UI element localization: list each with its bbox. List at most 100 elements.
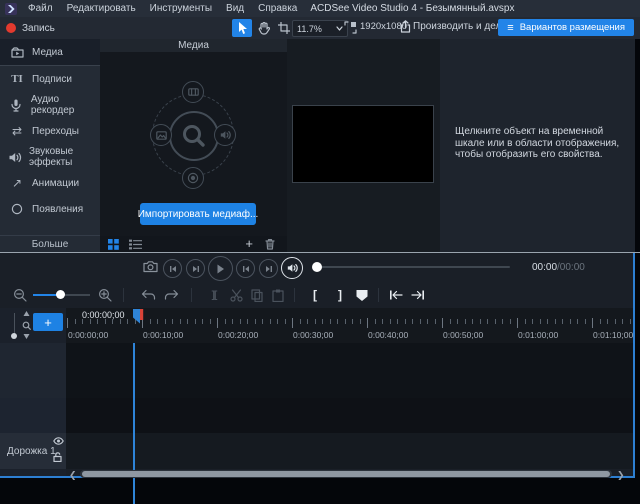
previous-frame-button[interactable] xyxy=(163,259,182,278)
volume-button[interactable] xyxy=(281,257,303,279)
track-height-slider[interactable] xyxy=(14,313,15,335)
timeline-zoom-slider-handle[interactable] xyxy=(56,290,65,299)
sidebar-item-captions[interactable]: TI Подписи xyxy=(0,66,100,92)
scroll-right-arrow[interactable]: ❯ xyxy=(617,470,625,481)
mark-out-icon: ] xyxy=(338,288,342,302)
sidebar: Медиа TI Подписи Аудио рекордер ⇄ Перехо… xyxy=(0,39,100,252)
mark-out-button[interactable]: ] xyxy=(331,287,349,303)
record-button[interactable]: Запись xyxy=(6,20,55,36)
menu-tools[interactable]: Инструменты xyxy=(143,0,219,17)
copy-button[interactable] xyxy=(248,287,266,303)
sidebar-more-button[interactable]: Больше xyxy=(0,235,100,252)
ruler-tick xyxy=(315,319,316,324)
cut-button[interactable] xyxy=(227,287,245,303)
toolbar-separator xyxy=(191,288,192,302)
sidebar-item-animations[interactable]: ↗ Анимации xyxy=(0,170,100,196)
track-1-header[interactable]: Дорожка 1 xyxy=(0,433,66,469)
sidebar-item-audio-recorder[interactable]: Аудио рекордер xyxy=(0,92,100,118)
hand-tool-button[interactable] xyxy=(254,19,274,37)
share-icon xyxy=(400,20,411,33)
ruler-tick xyxy=(622,319,623,324)
ruler-tick xyxy=(577,319,578,324)
ruler-label: 0:01:10;00 xyxy=(593,330,633,340)
playhead-flag[interactable] xyxy=(132,308,144,324)
go-to-start-button[interactable] xyxy=(236,259,255,278)
sidebar-item-label: Аудио рекордер xyxy=(31,94,100,116)
ruler-tick xyxy=(330,319,331,324)
trash-button[interactable] xyxy=(265,238,275,250)
jump-to-end-button[interactable] xyxy=(409,287,427,303)
vertical-zoom-icon[interactable] xyxy=(21,311,31,339)
sidebar-item-behaviors[interactable]: Появления xyxy=(0,196,100,222)
sidebar-item-transitions[interactable]: ⇄ Переходы xyxy=(0,118,100,144)
ruler-tick xyxy=(67,318,68,328)
sidebar-item-media[interactable]: Медиа xyxy=(0,39,100,66)
unlock-icon[interactable] xyxy=(53,452,62,462)
mark-in-button[interactable]: [ xyxy=(306,287,324,303)
menu-file[interactable]: Файл xyxy=(21,0,60,17)
redo-icon xyxy=(164,289,179,301)
ruler-tick xyxy=(97,319,98,324)
record-media-icon xyxy=(182,167,204,189)
select-tool-icon xyxy=(237,22,248,35)
menu-help[interactable]: Справка xyxy=(251,0,304,17)
seek-handle[interactable] xyxy=(312,262,322,272)
timeline-tracks[interactable] xyxy=(66,343,633,469)
ruler-tick xyxy=(367,318,368,328)
timeline-left-column: + Дорожка 1 xyxy=(0,308,66,476)
next-frame-button[interactable] xyxy=(186,259,205,278)
media-icon xyxy=(9,47,25,58)
snapshot-button[interactable] xyxy=(143,260,158,273)
behaviors-icon xyxy=(9,203,25,215)
redo-button[interactable] xyxy=(162,287,180,303)
video-preview[interactable] xyxy=(292,105,434,183)
track-name: Дорожка 1 xyxy=(7,446,56,457)
split-button[interactable]: ][ xyxy=(205,287,223,303)
ruler-tick xyxy=(255,319,256,324)
ruler-tick xyxy=(472,319,473,324)
menu-view[interactable]: Вид xyxy=(219,0,251,17)
menu-edit[interactable]: Редактировать xyxy=(60,0,143,17)
app-logo-icon[interactable] xyxy=(5,3,17,15)
zoom-in-button[interactable] xyxy=(96,287,114,303)
ruler-tick xyxy=(217,318,218,328)
ruler-tick xyxy=(337,319,338,324)
ruler-tick xyxy=(435,319,436,324)
zoom-out-button[interactable] xyxy=(11,287,29,303)
ruler-tick xyxy=(195,319,196,324)
zoom-level-select[interactable]: 11.7% xyxy=(292,20,348,37)
ruler-tick xyxy=(225,319,226,324)
time-total: /00:00 xyxy=(557,262,585,273)
seek-bar[interactable] xyxy=(316,266,510,268)
go-to-end-button[interactable] xyxy=(259,259,278,278)
add-track-button[interactable]: + xyxy=(33,313,63,331)
sidebar-item-sound-effects[interactable]: Звуковые эффекты xyxy=(0,144,100,170)
crop-tool-button[interactable] xyxy=(275,19,293,37)
ruler-tick xyxy=(510,319,511,324)
layout-options-button[interactable]: ≡ Вариантов размещения xyxy=(498,19,634,36)
play-button[interactable] xyxy=(208,256,233,281)
record-label: Запись xyxy=(22,23,55,34)
paste-button[interactable] xyxy=(269,287,287,303)
horizontal-scrollbar-thumb[interactable] xyxy=(82,471,610,477)
import-media-button[interactable]: Импортировать медиаф... xyxy=(140,203,256,225)
ruler-tick xyxy=(285,319,286,324)
list-view-button[interactable] xyxy=(129,239,142,250)
eye-icon[interactable] xyxy=(53,437,64,445)
add-media-button[interactable]: + xyxy=(245,239,253,249)
select-tool-button[interactable] xyxy=(232,19,252,37)
ruler-label: 0:00:30;00 xyxy=(293,330,333,340)
add-marker-button[interactable] xyxy=(353,287,371,303)
jump-to-start-button[interactable] xyxy=(387,287,405,303)
timeline-ruler[interactable]: 0:00:00;00 0:00:00;000:00:10;000:00:20;0… xyxy=(66,308,633,343)
scroll-left-arrow[interactable]: ❮ xyxy=(69,470,77,481)
resize-icon[interactable] xyxy=(344,21,357,34)
track-lane-empty[interactable] xyxy=(66,343,633,399)
track-height-slider-handle[interactable] xyxy=(11,333,17,339)
ruler-tick xyxy=(202,319,203,324)
undo-button[interactable] xyxy=(139,287,157,303)
next-frame-icon xyxy=(192,265,200,273)
grid-view-button[interactable] xyxy=(108,239,119,250)
track-1-lane[interactable] xyxy=(66,433,633,469)
track-lane-empty[interactable] xyxy=(66,398,633,434)
